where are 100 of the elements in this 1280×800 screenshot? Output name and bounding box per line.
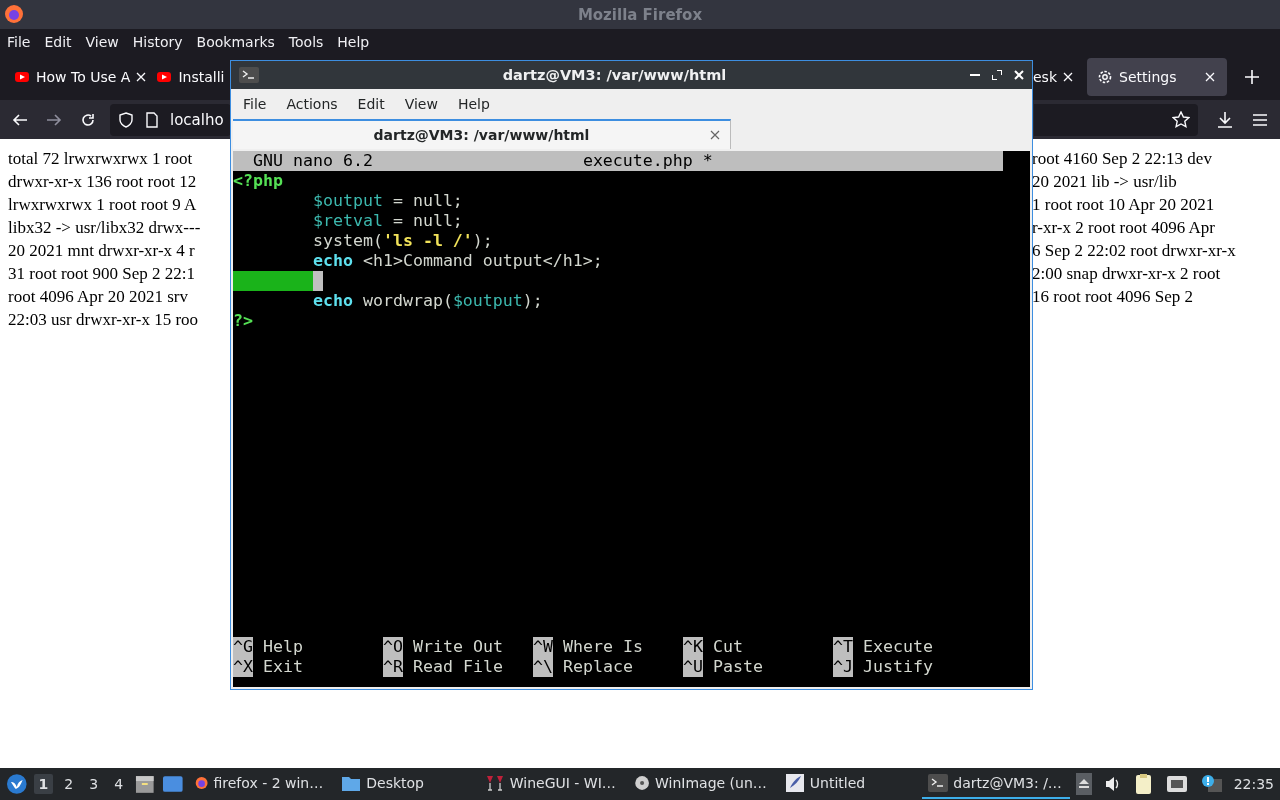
- file-name: execute.php *: [582, 151, 713, 171]
- menu-item[interactable]: Edit: [44, 33, 72, 50]
- browser-tab[interactable]: How To Use A: [8, 58, 151, 96]
- clipboard-icon: [1133, 773, 1154, 795]
- terminal-icon: [928, 774, 949, 792]
- eject-icon: [1075, 773, 1092, 795]
- clock[interactable]: 22:35: [1233, 776, 1274, 792]
- shortcut-key: ^K: [683, 637, 703, 657]
- browser-tab[interactable]: Installi: [150, 58, 225, 96]
- page-text: 22:03 usr drwxr-xr-x 15 roo: [8, 309, 200, 331]
- shortcut-label: Replace: [563, 657, 633, 677]
- forward-icon: [46, 111, 62, 128]
- tab-label: esk: [1033, 69, 1057, 85]
- shortcut-key: ^X: [233, 657, 253, 677]
- page-text: root 4096 Apr 20 2021 srv: [8, 286, 189, 308]
- page-text: root 4160 Sep 2 22:13 dev: [1032, 148, 1213, 170]
- page-text: drwxr-xr-x 136 root root 12: [8, 171, 198, 193]
- start-menu-icon: [6, 773, 28, 795]
- shortcut-label: Cut: [713, 637, 743, 657]
- code-line: <?php: [233, 171, 283, 191]
- task-label: WineGUI - WI…: [509, 775, 616, 791]
- feather-icon: [784, 773, 805, 793]
- terminal-tab[interactable]: dartz@VM3: /var/www/html: [233, 119, 731, 149]
- disc-icon: [633, 773, 650, 793]
- close-icon: [1014, 70, 1024, 80]
- page-text: total 72 lrwxrwxrwx 1 root: [8, 148, 194, 170]
- download-icon: [1216, 110, 1234, 129]
- shortcut-label: Justify: [863, 657, 933, 677]
- page-text: 16 root root 4096 Sep 2: [1032, 286, 1195, 308]
- shortcut-label: Read File: [413, 657, 503, 677]
- shortcut-key: ^\: [533, 657, 553, 677]
- taskbar-task[interactable]: dartz@VM3: /…: [922, 769, 1070, 799]
- shortcut-label: Where Is: [563, 637, 643, 657]
- code-line: echo wordwrap($output);: [313, 291, 543, 311]
- shortcut-label: Paste: [713, 657, 763, 677]
- tab-label: Installi: [178, 69, 225, 85]
- page-icon: [144, 111, 160, 128]
- window-title: Mozilla Firefox: [577, 5, 703, 24]
- browser-tab[interactable]: esk: [1033, 58, 1079, 96]
- page-text: 31 root root 900 Sep 2 22:1: [8, 263, 196, 285]
- taskbar-task[interactable]: firefox - 2 win…: [189, 769, 330, 799]
- menu-item[interactable]: Tools: [288, 33, 324, 50]
- page-text: 2:00 snap drwxr-xr-x 2 root: [1032, 263, 1222, 285]
- shortcut-label: Exit: [263, 657, 303, 677]
- workspace-button[interactable]: 4: [109, 774, 129, 794]
- menu-item[interactable]: Bookmarks: [196, 33, 275, 50]
- menu-item[interactable]: View: [404, 96, 438, 112]
- shield-icon: [118, 111, 134, 128]
- menu-item[interactable]: Help: [337, 33, 370, 50]
- nano-version: GNU nano 6.2: [253, 151, 373, 171]
- close-icon: [136, 72, 147, 82]
- address-bar[interactable]: localho: [110, 103, 231, 136]
- page-text: libx32 -> usr/libx32 drwx---: [8, 217, 202, 239]
- workspace-button[interactable]: 1: [33, 774, 54, 794]
- shortcut-key: ^U: [683, 657, 703, 677]
- plus-icon: [1245, 70, 1259, 84]
- shortcut-label: Write Out: [413, 637, 503, 657]
- network-icon: [1165, 774, 1188, 794]
- menu-item[interactable]: File: [243, 96, 267, 112]
- code-line: $retval = null;: [313, 211, 463, 231]
- wine-glasses-icon: [484, 773, 505, 793]
- menu-item[interactable]: Help: [457, 96, 490, 112]
- code-line: echo <h1>Command output</h1>;: [313, 251, 603, 271]
- window-title: dartz@VM3: /var/www/html: [501, 67, 728, 83]
- back-icon: [12, 111, 28, 128]
- menu-item[interactable]: Edit: [357, 96, 385, 112]
- workspace-button[interactable]: 3: [84, 774, 104, 794]
- page-text: r-xr-x 2 root root 4096 Apr: [1032, 217, 1216, 239]
- code-line: $output = null;: [313, 191, 463, 211]
- tab-label: Settings: [1119, 69, 1178, 85]
- video-icon: [156, 69, 173, 85]
- menu-item[interactable]: View: [85, 33, 119, 50]
- notification-icon: [1199, 774, 1222, 794]
- tab-label: How To Use A: [36, 69, 131, 85]
- shortcut-key: ^W: [533, 637, 553, 657]
- video-icon: [14, 69, 30, 85]
- menu-item[interactable]: Actions: [286, 96, 338, 112]
- task-label: Untitled: [809, 775, 866, 791]
- star-icon: [1172, 110, 1190, 129]
- address-bar-segment[interactable]: [1034, 103, 1198, 136]
- taskbar-task[interactable]: Untitled: [778, 769, 917, 799]
- taskbar-task[interactable]: WineGUI - WI…: [478, 769, 622, 799]
- shortcut-key: ^R: [383, 657, 403, 677]
- browser-tab[interactable]: Settings: [1087, 58, 1227, 96]
- workspace-button[interactable]: 2: [59, 774, 79, 794]
- reload-icon: [80, 111, 96, 128]
- shortcut-key: ^T: [833, 637, 853, 657]
- page-text: 1 root root 10 Apr 20 2021: [1032, 194, 1216, 216]
- menu-icon: [1252, 111, 1268, 128]
- menu-item[interactable]: File: [7, 33, 31, 50]
- menu-item[interactable]: History: [132, 33, 183, 50]
- close-icon: [1205, 72, 1215, 82]
- shortcut-key: ^G: [233, 637, 253, 657]
- task-label: dartz@VM3: /…: [953, 775, 1062, 791]
- page-text: 6 Sep 2 22:02 root drwxr-xr-x: [1032, 240, 1237, 262]
- settings-icon: [1097, 69, 1113, 85]
- taskbar-task[interactable]: Desktop: [335, 769, 473, 799]
- file-cabinet-icon: [134, 773, 156, 795]
- close-icon: [1063, 72, 1073, 82]
- taskbar-task[interactable]: WinImage (un…: [627, 769, 773, 799]
